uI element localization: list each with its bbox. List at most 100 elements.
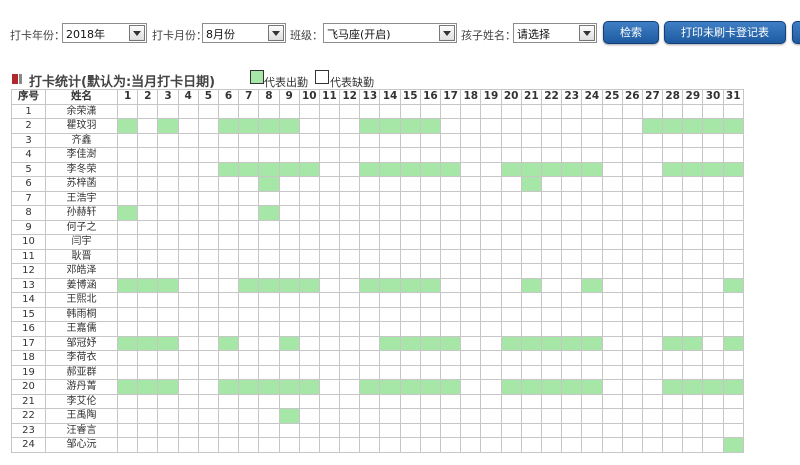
attendance-cell-absent [561,219,583,235]
table-row: 9 何子之 [11,219,744,235]
chevron-down-icon[interactable] [439,25,455,41]
attendance-cell-absent [399,205,421,221]
attendance-cell-absent [318,103,341,119]
attendance-cell-absent [540,219,563,235]
student-name: 李艾伦 [45,393,118,409]
attendance-cell-absent [621,335,643,351]
column-header-day: 27 [641,89,664,105]
attendance-cell-absent [359,103,381,119]
child-name-select[interactable]: 请选择 [513,23,597,43]
attendance-cell-absent [258,132,280,148]
attendance-cell-absent [500,364,522,380]
more-button[interactable] [792,21,800,44]
attendance-cell-absent [298,335,320,351]
student-name: 邹冠妤 [45,335,118,351]
attendance-cell-absent [278,248,300,264]
column-header-day: 15 [399,89,421,105]
attendance-cell-absent [157,422,179,438]
attendance-cell-absent [339,379,361,395]
attendance-cell-absent [197,263,219,279]
student-name: 余荣潇 [45,103,118,119]
attendance-cell-absent [399,422,421,438]
attendance-cell-absent [520,248,542,264]
attendance-cell-absent [601,147,623,163]
attendance-cell-absent [621,277,643,293]
attendance-cell-absent [722,350,744,366]
chevron-down-icon[interactable] [129,25,145,41]
attendance-cell-absent [702,292,724,308]
attendance-cell-absent [702,422,724,438]
class-select[interactable]: 飞马座(开启) [323,23,457,43]
attendance-cell-absent [318,277,341,293]
attendance-cell-present [581,379,603,395]
attendance-cell-present [157,379,179,395]
attendance-cell-absent [298,147,320,163]
attendance-cell-absent [702,176,724,192]
attendance-cell-absent [177,350,199,366]
attendance-cell-absent [177,393,199,409]
column-header-day: 13 [359,89,381,105]
attendance-cell-present [419,379,442,395]
attendance-cell-absent [318,161,341,177]
attendance-cell-absent [460,190,482,206]
attendance-cell-absent [197,335,219,351]
attendance-cell-absent [722,393,744,409]
chevron-down-icon[interactable] [268,25,284,41]
attendance-cell-absent [722,263,744,279]
attendance-cell-absent [702,277,724,293]
attendance-cell-absent [581,132,603,148]
attendance-cell-present [137,379,159,395]
attendance-cell-absent [561,393,583,409]
print-unswiped-register-button[interactable]: 打印未刷卡登记表 [664,21,786,44]
attendance-cell-absent [621,408,643,424]
attendance-cell-absent [581,263,603,279]
column-header-day: 22 [540,89,563,105]
attendance-cell-absent [601,248,623,264]
attendance-cell-present [722,161,744,177]
attendance-cell-absent [641,263,664,279]
attendance-cell-absent [460,364,482,380]
attendance-cell-absent [722,205,744,221]
attendance-cell-absent [379,248,401,264]
attendance-cell-absent [238,306,260,322]
attendance-cell-absent [641,364,664,380]
attendance-cell-absent [278,437,300,453]
attendance-cell-absent [197,393,219,409]
attendance-cell-absent [339,408,361,424]
student-name: 李冬荣 [45,161,118,177]
year-select[interactable]: 2018年 [62,23,147,43]
attendance-cell-absent [177,408,199,424]
attendance-cell-absent [379,321,401,337]
attendance-cell-present [278,379,300,395]
attendance-cell-absent [278,147,300,163]
attendance-cell-absent [500,306,522,322]
attendance-cell-absent [540,263,563,279]
search-button[interactable]: 检索 [603,21,659,44]
column-header-day: 3 [157,89,179,105]
attendance-cell-absent [217,132,240,148]
chevron-down-icon[interactable] [579,25,595,41]
attendance-cell-absent [662,292,684,308]
attendance-cell-absent [480,147,502,163]
attendance-cell-present [419,118,442,134]
attendance-cell-absent [520,364,542,380]
attendance-cell-absent [379,132,401,148]
attendance-cell-absent [298,437,320,453]
student-name: 王禹陶 [45,408,118,424]
attendance-cell-absent [298,321,320,337]
attendance-cell-absent [318,263,341,279]
attendance-cell-absent [258,393,280,409]
attendance-cell-absent [419,103,442,119]
title-marker-icon [12,74,18,84]
month-select[interactable]: 8月份 [202,23,286,43]
attendance-cell-absent [540,321,563,337]
attendance-cell-absent [460,350,482,366]
attendance-cell-absent [137,205,159,221]
child-name-label: 孩子姓名： [461,29,516,42]
attendance-cell-absent [157,190,179,206]
attendance-cell-absent [278,393,300,409]
column-header-day: 5 [197,89,219,105]
attendance-cell-absent [621,176,643,192]
attendance-cell-absent [662,132,684,148]
attendance-cell-present [258,277,280,293]
